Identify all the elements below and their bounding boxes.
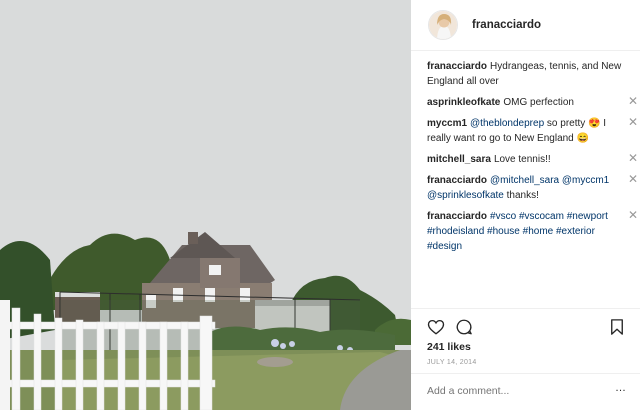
hashtag-link[interactable]: #design (427, 241, 462, 252)
comment-text: OMG perfection (503, 97, 574, 108)
comment-item: franacciardo #vsco #vscocam #newport #rho… (427, 208, 639, 254)
like-count[interactable]: 241 likes (427, 341, 471, 353)
hashtag-link[interactable]: #vsco (490, 211, 516, 222)
comment-author[interactable]: franacciardo (427, 211, 487, 222)
comment-bubble-icon[interactable] (455, 318, 473, 336)
bookmark-icon[interactable] (608, 318, 626, 336)
hashtag-link[interactable]: #vscocam (519, 211, 564, 222)
divider (411, 373, 640, 374)
comment-text: thanks! (503, 190, 539, 201)
hashtag-link[interactable]: #house (487, 226, 520, 237)
post-date: JULY 14, 2014 (427, 359, 477, 366)
divider (411, 308, 640, 309)
mention-link[interactable]: @theblondeprep (470, 118, 544, 129)
avatar[interactable] (428, 10, 458, 40)
comment-author[interactable]: franacciardo (427, 61, 487, 72)
hashtag-link[interactable]: #newport (567, 211, 608, 222)
comment-item: franacciardo Hydrangeas, tennis, and New … (427, 59, 639, 89)
comment-item: franacciardo @mitchell_sara @myccm1 @spri… (427, 172, 639, 203)
close-icon[interactable]: ✕ (627, 208, 639, 223)
comment-item: asprinkleofkate OMG perfection ✕ (427, 94, 639, 110)
hashtag-link[interactable]: #exterior (556, 226, 595, 237)
comment-author[interactable]: franacciardo (427, 175, 487, 186)
close-icon[interactable]: ✕ (627, 94, 639, 109)
post-sidebar: franacciardo franacciardo Hydrangeas, ten… (411, 0, 640, 410)
comment-item: myccm1 @theblondeprep so pretty 😍 I reall… (427, 115, 639, 146)
close-icon[interactable]: ✕ (627, 115, 639, 130)
mention-link[interactable]: @sprinklesofkate (427, 190, 504, 201)
comment-author[interactable]: mitchell_sara (427, 154, 491, 165)
comment-list: franacciardo Hydrangeas, tennis, and New … (427, 59, 639, 260)
header-username[interactable]: franacciardo (472, 19, 541, 31)
post-header: franacciardo (411, 0, 640, 51)
add-comment-input[interactable] (427, 380, 612, 402)
comment-text: Love tennis!! (493, 154, 551, 165)
close-icon[interactable]: ✕ (627, 151, 639, 166)
action-bar (427, 318, 627, 336)
comment-author[interactable]: asprinkleofkate (427, 97, 500, 108)
mention-link[interactable]: @mitchell_sara (490, 175, 559, 186)
hashtag-link[interactable]: #home (523, 226, 554, 237)
hashtag-link[interactable]: #rhodeisland (427, 226, 484, 237)
comment-item: mitchell_sara Love tennis!! ✕ (427, 151, 639, 167)
heart-icon[interactable] (427, 318, 445, 336)
house-photo-image (0, 0, 411, 410)
avatar-image (429, 11, 457, 39)
post-photo[interactable] (0, 0, 411, 410)
close-icon[interactable]: ✕ (627, 172, 639, 187)
comment-author[interactable]: myccm1 (427, 118, 467, 129)
mention-link[interactable]: @myccm1 (562, 175, 609, 186)
more-options-icon[interactable]: … (615, 382, 627, 394)
